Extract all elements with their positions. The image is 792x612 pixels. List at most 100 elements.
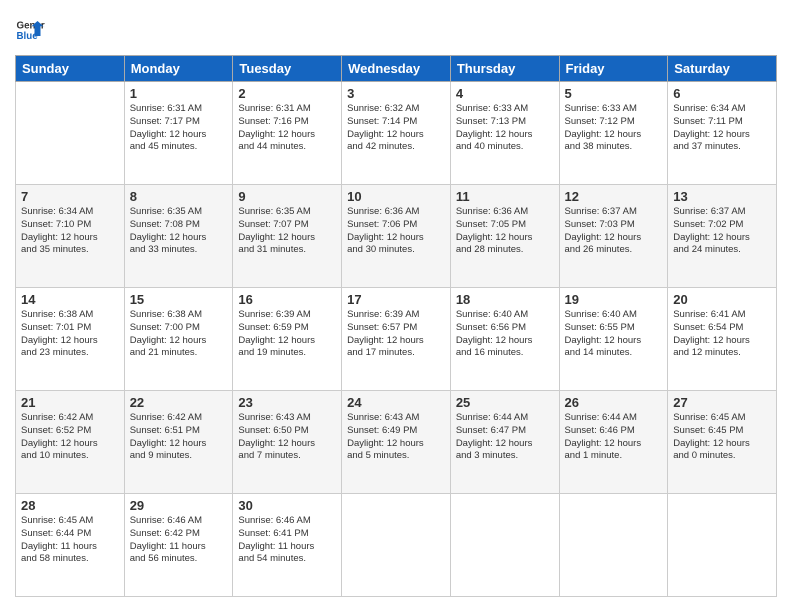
calendar-cell: 13 Sunrise: 6:37 AM Sunset: 7:02 PM Dayli… [668,185,777,288]
calendar-cell: 26 Sunrise: 6:44 AM Sunset: 6:46 PM Dayli… [559,391,668,494]
day-number: 13 [673,189,771,204]
calendar-cell: 20 Sunrise: 6:41 AM Sunset: 6:54 PM Dayli… [668,288,777,391]
calendar-cell: 12Sunrise: 6:37 AM Sunset: 7:03 PM Dayli… [559,185,668,288]
day-number: 21 [21,395,119,410]
calendar-cell: 4Sunrise: 6:33 AM Sunset: 7:13 PM Daylig… [450,82,559,185]
day-number: 16 [238,292,336,307]
day-info: Sunrise: 6:45 AM Sunset: 6:45 PM Dayligh… [673,412,771,463]
day-number: 30 [238,498,336,513]
day-info: Sunrise: 6:37 AM Sunset: 7:02 PM Dayligh… [673,206,771,257]
weekday-header-row: SundayMondayTuesdayWednesdayThursdayFrid… [16,56,777,82]
calendar-cell: 3 Sunrise: 6:32 AM Sunset: 7:14 PM Daylig… [342,82,451,185]
calendar-cell: 11 Sunrise: 6:36 AM Sunset: 7:05 PM Dayli… [450,185,559,288]
day-number: 17 [347,292,445,307]
calendar-cell: 2 Sunrise: 6:31 AM Sunset: 7:16 PM Daylig… [233,82,342,185]
calendar-cell: 23 Sunrise: 6:43 AM Sunset: 6:50 PM Dayli… [233,391,342,494]
weekday-header-saturday: Saturday [668,56,777,82]
day-number: 8 [130,189,228,204]
calendar-cell [342,494,451,597]
calendar-cell: 5 Sunrise: 6:33 AM Sunset: 7:12 PM Daylig… [559,82,668,185]
calendar-cell: 15 Sunrise: 6:38 AM Sunset: 7:00 PM Dayli… [124,288,233,391]
day-info: Sunrise: 6:44 AM Sunset: 6:46 PM Dayligh… [565,412,663,463]
day-number: 5 [565,86,663,101]
day-number: 3 [347,86,445,101]
day-info: Sunrise: 6:36 AM Sunset: 7:06 PM Dayligh… [347,206,445,257]
page: General Blue SundayMondayTuesdayWednesda… [0,0,792,612]
calendar-cell [668,494,777,597]
day-info: Sunrise: 6:43 AM Sunset: 6:49 PM Dayligh… [347,412,445,463]
day-info: Sunrise: 6:31 AM Sunset: 7:16 PM Dayligh… [238,103,336,154]
day-number: 23 [238,395,336,410]
calendar-cell: 8 Sunrise: 6:35 AM Sunset: 7:08 PM Daylig… [124,185,233,288]
day-info: Sunrise: 6:45 AM Sunset: 6:44 PM Dayligh… [21,515,119,566]
calendar-cell: 9Sunrise: 6:35 AM Sunset: 7:07 PM Daylig… [233,185,342,288]
day-number: 1 [130,86,228,101]
calendar-cell: 29 Sunrise: 6:46 AM Sunset: 6:42 PM Dayli… [124,494,233,597]
day-info: Sunrise: 6:42 AM Sunset: 6:51 PM Dayligh… [130,412,228,463]
day-number: 18 [456,292,554,307]
calendar-cell: 14Sunrise: 6:38 AM Sunset: 7:01 PM Dayli… [16,288,125,391]
calendar-cell: 19 Sunrise: 6:40 AM Sunset: 6:55 PM Dayli… [559,288,668,391]
calendar-cell [16,82,125,185]
week-row-0: 1 Sunrise: 6:31 AM Sunset: 7:17 PM Daylig… [16,82,777,185]
day-info: Sunrise: 6:46 AM Sunset: 6:41 PM Dayligh… [238,515,336,566]
calendar-cell: 16Sunrise: 6:39 AM Sunset: 6:59 PM Dayli… [233,288,342,391]
day-info: Sunrise: 6:40 AM Sunset: 6:56 PM Dayligh… [456,309,554,360]
calendar-cell: 6 Sunrise: 6:34 AM Sunset: 7:11 PM Daylig… [668,82,777,185]
calendar-cell: 18 Sunrise: 6:40 AM Sunset: 6:56 PM Dayli… [450,288,559,391]
day-info: Sunrise: 6:35 AM Sunset: 7:07 PM Dayligh… [238,206,336,257]
day-number: 20 [673,292,771,307]
calendar-cell: 17 Sunrise: 6:39 AM Sunset: 6:57 PM Dayli… [342,288,451,391]
day-info: Sunrise: 6:39 AM Sunset: 6:57 PM Dayligh… [347,309,445,360]
calendar-table: SundayMondayTuesdayWednesdayThursdayFrid… [15,55,777,597]
calendar-cell [559,494,668,597]
day-info: Sunrise: 6:41 AM Sunset: 6:54 PM Dayligh… [673,309,771,360]
day-info: Sunrise: 6:33 AM Sunset: 7:13 PM Dayligh… [456,103,554,154]
day-number: 2 [238,86,336,101]
day-number: 25 [456,395,554,410]
weekday-header-sunday: Sunday [16,56,125,82]
calendar-cell: 27 Sunrise: 6:45 AM Sunset: 6:45 PM Dayli… [668,391,777,494]
day-info: Sunrise: 6:34 AM Sunset: 7:11 PM Dayligh… [673,103,771,154]
day-number: 10 [347,189,445,204]
day-number: 19 [565,292,663,307]
day-info: Sunrise: 6:38 AM Sunset: 7:01 PM Dayligh… [21,309,119,360]
day-info: Sunrise: 6:31 AM Sunset: 7:17 PM Dayligh… [130,103,228,154]
calendar-cell: 22 Sunrise: 6:42 AM Sunset: 6:51 PM Dayli… [124,391,233,494]
day-info: Sunrise: 6:46 AM Sunset: 6:42 PM Dayligh… [130,515,228,566]
weekday-header-thursday: Thursday [450,56,559,82]
logo-icon: General Blue [15,15,45,45]
calendar-cell: 10 Sunrise: 6:36 AM Sunset: 7:06 PM Dayli… [342,185,451,288]
weekday-header-monday: Monday [124,56,233,82]
day-info: Sunrise: 6:44 AM Sunset: 6:47 PM Dayligh… [456,412,554,463]
day-info: Sunrise: 6:33 AM Sunset: 7:12 PM Dayligh… [565,103,663,154]
day-number: 6 [673,86,771,101]
day-number: 24 [347,395,445,410]
day-info: Sunrise: 6:38 AM Sunset: 7:00 PM Dayligh… [130,309,228,360]
day-info: Sunrise: 6:40 AM Sunset: 6:55 PM Dayligh… [565,309,663,360]
calendar-cell: 1 Sunrise: 6:31 AM Sunset: 7:17 PM Daylig… [124,82,233,185]
day-info: Sunrise: 6:36 AM Sunset: 7:05 PM Dayligh… [456,206,554,257]
calendar-cell: 24 Sunrise: 6:43 AM Sunset: 6:49 PM Dayli… [342,391,451,494]
header: General Blue [15,15,777,45]
week-row-1: 7Sunrise: 6:34 AM Sunset: 7:10 PM Daylig… [16,185,777,288]
calendar-cell: 7Sunrise: 6:34 AM Sunset: 7:10 PM Daylig… [16,185,125,288]
calendar-cell: 30 Sunrise: 6:46 AM Sunset: 6:41 PM Dayli… [233,494,342,597]
day-number: 22 [130,395,228,410]
day-info: Sunrise: 6:37 AM Sunset: 7:03 PM Dayligh… [565,206,663,257]
week-row-2: 14Sunrise: 6:38 AM Sunset: 7:01 PM Dayli… [16,288,777,391]
day-info: Sunrise: 6:32 AM Sunset: 7:14 PM Dayligh… [347,103,445,154]
day-number: 29 [130,498,228,513]
day-info: Sunrise: 6:43 AM Sunset: 6:50 PM Dayligh… [238,412,336,463]
calendar-cell [450,494,559,597]
day-number: 26 [565,395,663,410]
day-number: 27 [673,395,771,410]
day-number: 15 [130,292,228,307]
week-row-3: 21 Sunrise: 6:42 AM Sunset: 6:52 PM Dayli… [16,391,777,494]
day-number: 11 [456,189,554,204]
day-info: Sunrise: 6:42 AM Sunset: 6:52 PM Dayligh… [21,412,119,463]
logo: General Blue [15,15,49,45]
day-info: Sunrise: 6:35 AM Sunset: 7:08 PM Dayligh… [130,206,228,257]
day-number: 28 [21,498,119,513]
day-number: 7 [21,189,119,204]
